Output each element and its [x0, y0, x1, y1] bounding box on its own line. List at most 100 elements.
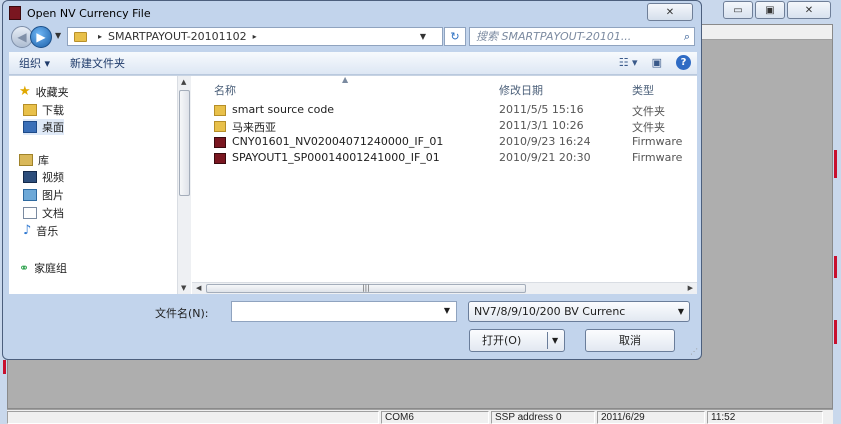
status-date: 2011/6/29 — [597, 411, 705, 424]
open-button[interactable]: 打开(O) ▼ — [469, 329, 565, 352]
forward-arrow-icon: ▶ — [36, 30, 46, 44]
scroll-down-icon[interactable]: ▼ — [181, 284, 186, 292]
search-icon[interactable]: ⌕ — [684, 28, 690, 45]
file-name-input[interactable]: ▼ — [231, 301, 457, 322]
nav-item-music[interactable]: ♪ 音乐 — [23, 223, 58, 239]
accent-mark — [3, 360, 6, 374]
app-icon — [9, 6, 21, 20]
nav-label: 库 — [38, 154, 49, 167]
scrollbar-thumb[interactable]: ||| — [206, 284, 526, 293]
new-folder-button[interactable]: 新建文件夹 — [60, 55, 135, 71]
dialog-title: Open NV Currency File — [27, 6, 151, 20]
view-options-icon[interactable]: ☷ ▾ — [619, 56, 638, 69]
file-type-value: NV7/8/9/10/200 BV Currenc — [474, 305, 626, 318]
accent-mark — [834, 256, 837, 278]
address-dropdown-icon[interactable]: ▼ — [420, 32, 426, 41]
column-header-type[interactable]: 类型 — [632, 82, 654, 98]
nav-label: 下载 — [42, 104, 64, 117]
scroll-left-icon[interactable]: ◀ — [196, 284, 201, 292]
nav-pane-scrollbar[interactable]: ▲ ▼ — [177, 76, 191, 294]
nav-item-videos[interactable]: 视频 — [23, 169, 64, 185]
search-input[interactable]: 搜索 SMARTPAYOUT-20101... ⌕ — [469, 27, 695, 46]
refresh-button[interactable]: ↻ — [444, 27, 466, 46]
chevron-down-icon[interactable]: ▼ — [444, 306, 450, 315]
resize-grip-icon[interactable]: ⋰ — [690, 347, 698, 356]
file-type-select[interactable]: NV7/8/9/10/200 BV Currenc ▼ — [468, 301, 690, 322]
library-icon — [19, 154, 33, 166]
split-divider — [547, 332, 548, 349]
nav-label: 图片 — [42, 189, 64, 202]
dialog-close-button[interactable]: ✕ — [647, 3, 693, 21]
status-pane-main — [7, 411, 379, 424]
accent-mark — [834, 320, 837, 344]
open-button-label: 打开(O) — [482, 334, 522, 347]
open-options-dropdown-icon[interactable]: ▼ — [552, 330, 558, 351]
nav-item-downloads[interactable]: 下载 — [23, 102, 64, 118]
file-row[interactable]: 马来西亚 2011/3/1 10:26 文件夹 — [192, 118, 697, 134]
folder-icon — [214, 121, 226, 132]
file-row[interactable]: smart source code 2011/5/5 15:16 文件夹 — [192, 102, 697, 118]
scroll-right-icon[interactable]: ▶ — [688, 284, 693, 292]
folder-icon — [74, 31, 87, 42]
folder-icon — [214, 105, 226, 116]
file-row[interactable]: SPAYOUT1_SP00014001241000_IF_01 2010/9/21… — [192, 150, 697, 166]
search-placeholder: 搜索 SMARTPAYOUT-20101... — [476, 30, 632, 43]
scroll-up-icon[interactable]: ▲ — [181, 78, 186, 86]
address-bar[interactable]: ▸ SMARTPAYOUT-20101102 ▸ ▼ — [67, 27, 443, 46]
preview-pane-icon[interactable]: ▣ — [652, 56, 662, 69]
nav-item-homegroup[interactable]: ⚭ 家庭组 — [19, 260, 67, 276]
nav-item-desktop[interactable]: 桌面 — [23, 119, 64, 135]
app-caption-buttons: ▭ ▣ ✕ — [723, 1, 831, 19]
homegroup-icon: ⚭ — [19, 261, 30, 275]
minimize-button[interactable]: ▭ — [723, 1, 753, 19]
status-time: 11:52 — [707, 411, 823, 424]
file-list-scrollbar[interactable]: ◀ ||| ▶ — [192, 282, 697, 294]
file-list: 名称 ▲ 修改日期 类型 smart source code 2011/5/5 1… — [192, 75, 697, 294]
firmware-file-icon — [214, 153, 226, 164]
cancel-button[interactable]: 取消 — [585, 329, 675, 352]
nav-item-favorites[interactable]: ★ 收藏夹 — [19, 84, 69, 100]
firmware-file-icon — [214, 137, 226, 148]
navigation-pane: ★ 收藏夹 下载 桌面 库 视频 图片 文档 ♪ 音乐 ⚭ 家庭组 — [9, 76, 177, 294]
pictures-icon — [23, 189, 37, 201]
video-icon — [23, 171, 37, 183]
minimize-icon: ▭ — [733, 4, 743, 16]
forward-button[interactable]: ▶ — [30, 26, 52, 48]
browser-content: ★ 收藏夹 下载 桌面 库 视频 图片 文档 ♪ 音乐 ⚭ 家庭组 ▲ ▼ 名称… — [9, 75, 697, 294]
breadcrumb-path[interactable]: SMARTPAYOUT-20101102 — [108, 30, 247, 43]
refresh-icon: ↻ — [450, 30, 460, 43]
dialog-titlebar: Open NV Currency File — [9, 3, 151, 23]
nav-label: 收藏夹 — [35, 86, 69, 99]
file-name: smart source code — [232, 103, 335, 116]
downloads-folder-icon — [23, 104, 37, 116]
file-row[interactable]: CNY01601_NV02004071240000_IF_01 2010/9/23… — [192, 134, 697, 150]
history-dropdown-icon[interactable]: ▼ — [55, 31, 61, 40]
nav-item-pictures[interactable]: 图片 — [23, 187, 64, 203]
column-header-modified[interactable]: 修改日期 — [499, 82, 543, 98]
file-modified-date: 2011/3/1 10:26 — [499, 119, 584, 132]
nav-label: 视频 — [42, 171, 64, 184]
nav-item-documents[interactable]: 文档 — [23, 205, 64, 221]
help-icon[interactable]: ? — [676, 55, 691, 70]
nav-item-library[interactable]: 库 — [19, 152, 49, 168]
organize-menu[interactable]: 组织 ▾ — [9, 55, 60, 71]
file-modified-date: 2011/5/5 15:16 — [499, 103, 584, 116]
maximize-button[interactable]: ▣ — [755, 1, 785, 19]
breadcrumb-separator[interactable]: ▸ — [98, 32, 102, 41]
nav-label: 家庭组 — [34, 262, 68, 275]
file-name-label: 文件名(N): — [155, 307, 209, 320]
nav-label: 音乐 — [36, 225, 59, 238]
back-arrow-icon: ◀ — [17, 30, 27, 44]
music-icon: ♪ — [23, 223, 32, 238]
column-header-name[interactable]: 名称 — [214, 82, 236, 98]
scrollbar-thumb[interactable] — [179, 90, 190, 196]
nav-label: 桌面 — [42, 121, 64, 134]
breadcrumb-separator[interactable]: ▸ — [253, 32, 257, 41]
app-close-button[interactable]: ✕ — [787, 1, 831, 19]
sort-caret-icon: ▲ — [342, 75, 349, 84]
star-icon: ★ — [19, 84, 31, 99]
close-icon: ✕ — [665, 6, 675, 18]
file-name: 马来西亚 — [232, 121, 276, 134]
status-port: COM6 — [381, 411, 489, 424]
file-type: 文件夹 — [632, 121, 665, 134]
